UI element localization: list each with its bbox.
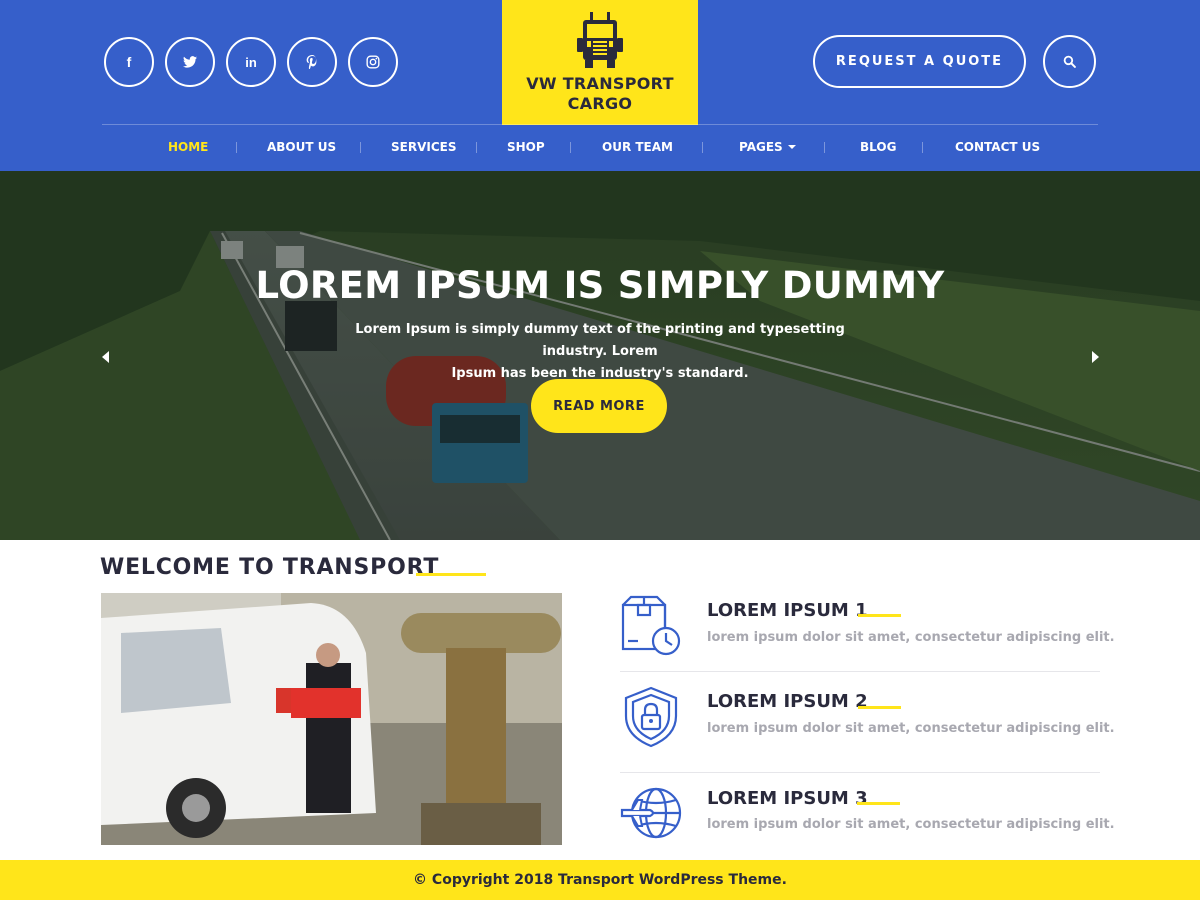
site-logo[interactable]: VW TRANSPORT CARGO: [502, 0, 698, 125]
chevron-left-icon[interactable]: [98, 349, 114, 365]
copyright-text: © Copyright 2018 Transport WordPress The…: [413, 872, 787, 888]
linkedin-button[interactable]: in: [226, 37, 276, 87]
feature-title: LOREM IPSUM 1: [707, 600, 868, 621]
nav-contact-us[interactable]: CONTACT US: [955, 140, 1040, 154]
instagram-icon: [366, 55, 380, 69]
feature-item-2: LOREM IPSUM 2 lorem ipsum dolor sit amet…: [620, 686, 1115, 748]
logo-text: VW TRANSPORT CARGO: [502, 74, 698, 114]
site-footer: © Copyright 2018 Transport WordPress The…: [0, 860, 1200, 900]
twitter-button[interactable]: [165, 37, 215, 87]
feature-text: lorem ipsum dolor sit amet, consectetur …: [707, 817, 1115, 832]
feature-underline: [858, 614, 901, 617]
nav-shop[interactable]: SHOP: [507, 140, 545, 154]
feature-item-3: LOREM IPSUM 3 lorem ipsum dolor sit amet…: [620, 786, 1115, 840]
request-quote-button[interactable]: REQUEST A QUOTE: [813, 35, 1026, 88]
read-more-button[interactable]: READ MORE: [531, 379, 667, 433]
twitter-icon: [183, 56, 197, 68]
logo-line-2: CARGO: [567, 94, 633, 113]
feature-title: LOREM IPSUM 3: [707, 788, 868, 809]
nav-separator: [360, 142, 361, 153]
logo-line-1: VW TRANSPORT: [526, 74, 674, 93]
facebook-icon: f: [126, 54, 132, 70]
delivery-photo: [101, 593, 562, 845]
facebook-button[interactable]: f: [104, 37, 154, 87]
feature-divider: [620, 671, 1100, 672]
nav-pages[interactable]: PAGES: [739, 140, 796, 154]
nav-services[interactable]: SERVICES: [391, 140, 456, 154]
truck-icon: [577, 12, 623, 68]
nav-separator: [570, 142, 571, 153]
social-links: f in: [104, 37, 398, 87]
feature-item-1: LOREM IPSUM 1 lorem ipsum dolor sit amet…: [620, 595, 1115, 657]
feature-title: LOREM IPSUM 2: [707, 691, 868, 712]
main-nav: HOME ABOUT US SERVICES SHOP OUR TEAM PAG…: [102, 125, 1098, 171]
nav-home[interactable]: HOME: [168, 140, 208, 154]
feature-text: lorem ipsum dolor sit amet, consectetur …: [707, 630, 1115, 645]
shield-lock-icon: [624, 686, 678, 748]
hero-subtitle-line-1: Lorem Ipsum is simply dummy text of the …: [355, 322, 845, 359]
pinterest-icon: [306, 55, 317, 69]
nav-separator: [824, 142, 825, 153]
feature-text: lorem ipsum dolor sit amet, consectetur …: [707, 721, 1115, 736]
nav-separator: [922, 142, 923, 153]
nav-our-team[interactable]: OUR TEAM: [602, 140, 673, 154]
feature-divider: [620, 772, 1100, 773]
search-button[interactable]: [1043, 35, 1096, 88]
package-clock-icon: [621, 595, 681, 656]
nav-pages-label: PAGES: [739, 140, 783, 154]
chevron-down-icon: [787, 144, 796, 149]
chevron-right-icon[interactable]: [1087, 349, 1103, 365]
heading-underline: [416, 573, 486, 576]
site-header: f in VW TRANSPORT CARGO REQUEST A QUOTE …: [0, 0, 1200, 171]
welcome-heading: WELCOME TO TRANSPORT: [100, 555, 440, 580]
nav-separator: [236, 142, 237, 153]
instagram-button[interactable]: [348, 37, 398, 87]
pinterest-button[interactable]: [287, 37, 337, 87]
hero-slider: LOREM IPSUM IS SIMPLY DUMMY Lorem Ipsum …: [0, 171, 1200, 540]
nav-blog[interactable]: BLOG: [860, 140, 896, 154]
welcome-image: [101, 593, 562, 845]
hero-subtitle: Lorem Ipsum is simply dummy text of the …: [335, 319, 865, 385]
nav-separator: [476, 142, 477, 153]
hero-title: LOREM IPSUM IS SIMPLY DUMMY: [255, 264, 945, 307]
nav-separator: [702, 142, 703, 153]
search-icon: [1063, 55, 1076, 68]
feature-underline: [857, 802, 900, 805]
feature-underline: [858, 706, 901, 709]
globe-plane-icon: [620, 787, 682, 839]
linkedin-icon: in: [245, 54, 257, 70]
nav-about-us[interactable]: ABOUT US: [267, 140, 336, 154]
